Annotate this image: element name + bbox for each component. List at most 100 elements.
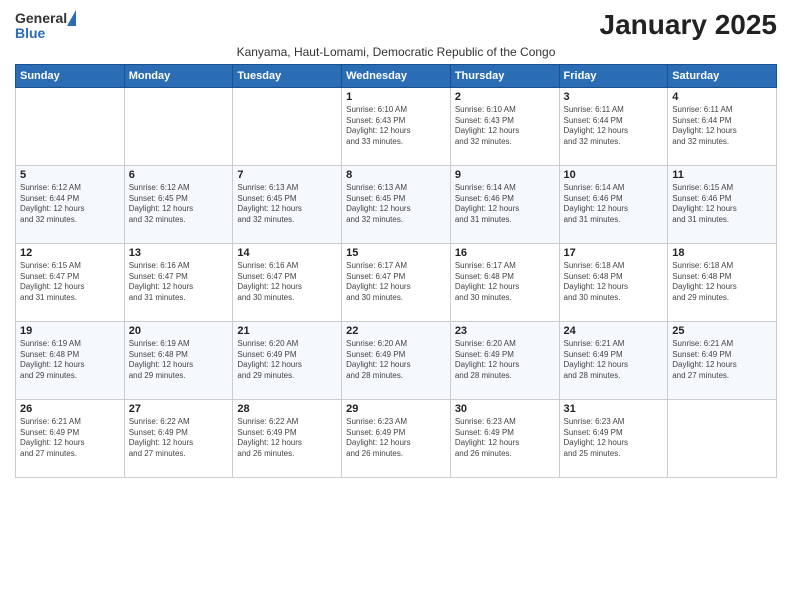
header-monday: Monday (124, 64, 233, 87)
table-row: 2Sunrise: 6:10 AM Sunset: 6:43 PM Daylig… (450, 87, 559, 165)
table-row: 17 Sunrise: 6:18 AM Sunset: 6:48 PM Dayli… (559, 243, 668, 321)
day-info: Sunrise: 6:20 AM Sunset: 6:49 PM Dayligh… (237, 339, 337, 382)
table-row: 28 Sunrise: 6:22 AM Sunset: 6:49 PM Dayli… (233, 399, 342, 477)
month-title: January 2025 (600, 10, 777, 41)
calendar-week-row: 19Sunrise: 6:19 AM Sunset: 6:48 PM Dayli… (16, 321, 777, 399)
day-info: Sunrise: 6:23 AM Sunset: 6:49 PM Dayligh… (455, 417, 555, 460)
logo-triangle-icon (67, 10, 76, 26)
day-number: 24 (564, 325, 664, 337)
day-number: 21 (237, 325, 337, 337)
day-number: 7 (237, 169, 337, 181)
day-info: Sunrise: 6:17 AM Sunset: 6:48 PM Dayligh… (455, 261, 555, 304)
day-info: Sunrise: 6:17 AM Sunset: 6:47 PM Dayligh… (346, 261, 446, 304)
table-row: 3Sunrise: 6:11 AM Sunset: 6:44 PM Daylig… (559, 87, 668, 165)
table-row: 25 Sunrise: 6:21 AM Sunset: 6:49 PM Dayli… (668, 321, 777, 399)
table-row: 10Sunrise: 6:14 AM Sunset: 6:46 PM Dayli… (559, 165, 668, 243)
day-number: 3 (564, 91, 664, 103)
day-number: 6 (129, 169, 229, 181)
logo-blue-text: Blue (15, 26, 45, 40)
table-row: 19Sunrise: 6:19 AM Sunset: 6:48 PM Dayli… (16, 321, 125, 399)
day-info: Sunrise: 6:12 AM Sunset: 6:44 PM Dayligh… (20, 183, 120, 226)
day-number: 9 (455, 169, 555, 181)
header-tuesday: Tuesday (233, 64, 342, 87)
header-saturday: Saturday (668, 64, 777, 87)
day-info: Sunrise: 6:14 AM Sunset: 6:46 PM Dayligh… (455, 183, 555, 226)
day-info: Sunrise: 6:16 AM Sunset: 6:47 PM Dayligh… (129, 261, 229, 304)
page: General Blue January 2025 Kanyama, Haut-… (0, 0, 792, 612)
table-row: 24 Sunrise: 6:21 AM Sunset: 6:49 PM Dayli… (559, 321, 668, 399)
table-row: 29Sunrise: 6:23 AM Sunset: 6:49 PM Dayli… (342, 399, 451, 477)
day-number: 4 (672, 91, 772, 103)
day-info: Sunrise: 6:21 AM Sunset: 6:49 PM Dayligh… (672, 339, 772, 382)
day-number: 25 (672, 325, 772, 337)
table-row: 7 Sunrise: 6:13 AM Sunset: 6:45 PM Daylig… (233, 165, 342, 243)
logo-row: General (15, 10, 76, 26)
table-row: 22 Sunrise: 6:20 AM Sunset: 6:49 PM Dayli… (342, 321, 451, 399)
header-wednesday: Wednesday (342, 64, 451, 87)
table-row: 26 Sunrise: 6:21 AM Sunset: 6:49 PM Dayli… (16, 399, 125, 477)
day-info: Sunrise: 6:15 AM Sunset: 6:47 PM Dayligh… (20, 261, 120, 304)
table-row: 20 Sunrise: 6:19 AM Sunset: 6:48 PM Dayli… (124, 321, 233, 399)
day-info: Sunrise: 6:10 AM Sunset: 6:43 PM Dayligh… (346, 105, 446, 148)
day-info: Sunrise: 6:19 AM Sunset: 6:48 PM Dayligh… (129, 339, 229, 382)
day-info: Sunrise: 6:15 AM Sunset: 6:46 PM Dayligh… (672, 183, 772, 226)
header: General Blue January 2025 (15, 10, 777, 41)
day-number: 5 (20, 169, 120, 181)
day-number: 28 (237, 403, 337, 415)
day-info: Sunrise: 6:20 AM Sunset: 6:49 PM Dayligh… (346, 339, 446, 382)
calendar-week-row: 5 Sunrise: 6:12 AM Sunset: 6:44 PM Daylig… (16, 165, 777, 243)
day-number: 11 (672, 169, 772, 181)
day-info: Sunrise: 6:18 AM Sunset: 6:48 PM Dayligh… (672, 261, 772, 304)
day-number: 13 (129, 247, 229, 259)
day-info: Sunrise: 6:16 AM Sunset: 6:47 PM Dayligh… (237, 261, 337, 304)
day-info: Sunrise: 6:19 AM Sunset: 6:48 PM Dayligh… (20, 339, 120, 382)
day-number: 8 (346, 169, 446, 181)
calendar-week-row: 12 Sunrise: 6:15 AM Sunset: 6:47 PM Dayli… (16, 243, 777, 321)
table-row: 1Sunrise: 6:10 AM Sunset: 6:43 PM Daylig… (342, 87, 451, 165)
day-number: 22 (346, 325, 446, 337)
day-number: 2 (455, 91, 555, 103)
day-number: 18 (672, 247, 772, 259)
weekday-header-row: Sunday Monday Tuesday Wednesday Thursday… (16, 64, 777, 87)
day-info: Sunrise: 6:13 AM Sunset: 6:45 PM Dayligh… (346, 183, 446, 226)
day-number: 20 (129, 325, 229, 337)
day-info: Sunrise: 6:13 AM Sunset: 6:45 PM Dayligh… (237, 183, 337, 226)
day-info: Sunrise: 6:18 AM Sunset: 6:48 PM Dayligh… (564, 261, 664, 304)
table-row: 8 Sunrise: 6:13 AM Sunset: 6:45 PM Daylig… (342, 165, 451, 243)
table-row: 21 Sunrise: 6:20 AM Sunset: 6:49 PM Dayli… (233, 321, 342, 399)
day-info: Sunrise: 6:21 AM Sunset: 6:49 PM Dayligh… (20, 417, 120, 460)
day-info: Sunrise: 6:22 AM Sunset: 6:49 PM Dayligh… (237, 417, 337, 460)
subtitle: Kanyama, Haut-Lomami, Democratic Republi… (15, 45, 777, 59)
table-row (668, 399, 777, 477)
table-row: 18 Sunrise: 6:18 AM Sunset: 6:48 PM Dayli… (668, 243, 777, 321)
table-row (233, 87, 342, 165)
day-info: Sunrise: 6:12 AM Sunset: 6:45 PM Dayligh… (129, 183, 229, 226)
day-number: 12 (20, 247, 120, 259)
day-info: Sunrise: 6:23 AM Sunset: 6:49 PM Dayligh… (346, 417, 446, 460)
day-number: 15 (346, 247, 446, 259)
header-thursday: Thursday (450, 64, 559, 87)
table-row: 12 Sunrise: 6:15 AM Sunset: 6:47 PM Dayli… (16, 243, 125, 321)
day-info: Sunrise: 6:14 AM Sunset: 6:46 PM Dayligh… (564, 183, 664, 226)
day-info: Sunrise: 6:20 AM Sunset: 6:49 PM Dayligh… (455, 339, 555, 382)
day-info: Sunrise: 6:22 AM Sunset: 6:49 PM Dayligh… (129, 417, 229, 460)
day-number: 23 (455, 325, 555, 337)
day-info: Sunrise: 6:11 AM Sunset: 6:44 PM Dayligh… (672, 105, 772, 148)
day-number: 31 (564, 403, 664, 415)
table-row: 14Sunrise: 6:16 AM Sunset: 6:47 PM Dayli… (233, 243, 342, 321)
calendar-week-row: 1Sunrise: 6:10 AM Sunset: 6:43 PM Daylig… (16, 87, 777, 165)
calendar-table: Sunday Monday Tuesday Wednesday Thursday… (15, 64, 777, 478)
day-number: 27 (129, 403, 229, 415)
table-row (124, 87, 233, 165)
day-info: Sunrise: 6:23 AM Sunset: 6:49 PM Dayligh… (564, 417, 664, 460)
table-row: 27 Sunrise: 6:22 AM Sunset: 6:49 PM Dayli… (124, 399, 233, 477)
table-row: 6 Sunrise: 6:12 AM Sunset: 6:45 PM Daylig… (124, 165, 233, 243)
table-row: 15 Sunrise: 6:17 AM Sunset: 6:47 PM Dayli… (342, 243, 451, 321)
day-number: 17 (564, 247, 664, 259)
table-row: 31 Sunrise: 6:23 AM Sunset: 6:49 PM Dayli… (559, 399, 668, 477)
table-row: 16 Sunrise: 6:17 AM Sunset: 6:48 PM Dayli… (450, 243, 559, 321)
day-number: 16 (455, 247, 555, 259)
table-row: 13 Sunrise: 6:16 AM Sunset: 6:47 PM Dayli… (124, 243, 233, 321)
day-number: 26 (20, 403, 120, 415)
day-info: Sunrise: 6:21 AM Sunset: 6:49 PM Dayligh… (564, 339, 664, 382)
